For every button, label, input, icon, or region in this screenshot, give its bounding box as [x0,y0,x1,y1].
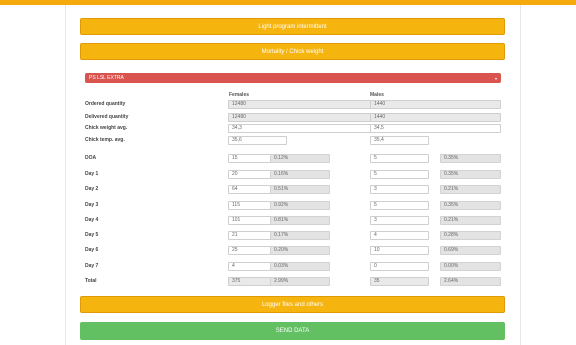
males-count-field[interactable]: 3 [370,185,429,194]
males-percent: 0.00% [440,262,501,271]
females-percent: 0.12% [270,154,330,163]
females-percent: 0.20% [270,246,330,255]
males-count-field[interactable]: 3 [370,216,429,225]
males-count-field[interactable]: 10 [370,246,429,255]
mortality-toggle[interactable]: Mortality / Chick weight [80,43,505,60]
males-percent: 0.35% [440,154,501,163]
females-percent: 2.99% [270,277,330,286]
chevron-down-icon: ▾ [494,75,497,81]
breed-select-value: PS LSL EXTRA [89,75,124,81]
mortality-row-label: Day 3 [85,202,99,208]
mortality-row-label: Day 4 [85,217,99,223]
light-program-toggle[interactable]: Light program intermittent [80,18,505,35]
males-summary-field[interactable]: 35,4 [370,136,429,145]
males-percent: 2.64% [440,277,501,286]
males-percent: 0.35% [440,170,501,179]
mortality-row-label: Day 1 [85,171,99,177]
males-percent: 0.35% [440,201,501,210]
summary-row-label: Delivered quantity [85,114,129,120]
males-count-field[interactable]: 4 [370,231,429,240]
females-percent: 0.16% [270,170,330,179]
females-summary-field[interactable]: 35,6 [228,136,287,145]
females-percent: 0.51% [270,185,330,194]
summary-row-label: Ordered quantity [85,101,126,107]
mortality-row-label: DOA [85,155,97,161]
mortality-row-label: Total [85,278,97,284]
females-header: Females [229,92,250,98]
mortality-row-label: Day 6 [85,247,99,253]
logger-label: Logger files and others [261,301,324,308]
males-count-field[interactable]: 5 [370,201,429,210]
males-percent: 0.28% [440,231,501,240]
mortality-row-label: Day 5 [85,232,99,238]
mortality-row-label: Day 2 [85,186,99,192]
males-header: Males [370,92,384,98]
light-program-label: Light program intermittent [258,23,327,30]
females-percent: 0.81% [270,216,330,225]
females-percent: 0.92% [270,201,330,210]
females-percent: 0.17% [270,231,330,240]
males-count-field[interactable]: 5 [370,170,429,179]
males-count-field[interactable]: 0 [370,262,429,271]
send-data-button[interactable]: SEND DATA [80,322,505,340]
males-summary-field: 1440 [370,100,501,109]
males-count-field: 35 [370,277,429,286]
breed-select[interactable]: PS LSL EXTRA ▾ [85,73,501,83]
mortality-row-label: Day 7 [85,263,99,269]
mortality-label: Mortality / Chick weight [261,48,324,55]
males-count-field[interactable]: 5 [370,154,429,163]
males-summary-field: 1440 [370,113,501,122]
logger-toggle[interactable]: Logger files and others [80,296,505,313]
summary-row-label: Chick temp. avg. [85,137,125,143]
summary-row-label: Chick weight avg. [85,125,128,131]
males-summary-field[interactable]: 34,5 [370,124,501,133]
males-percent: 0.69% [440,246,501,255]
females-percent: 0.03% [270,262,330,271]
males-percent: 0.21% [440,185,501,194]
males-percent: 0.21% [440,216,501,225]
send-data-label: SEND DATA [275,328,310,334]
